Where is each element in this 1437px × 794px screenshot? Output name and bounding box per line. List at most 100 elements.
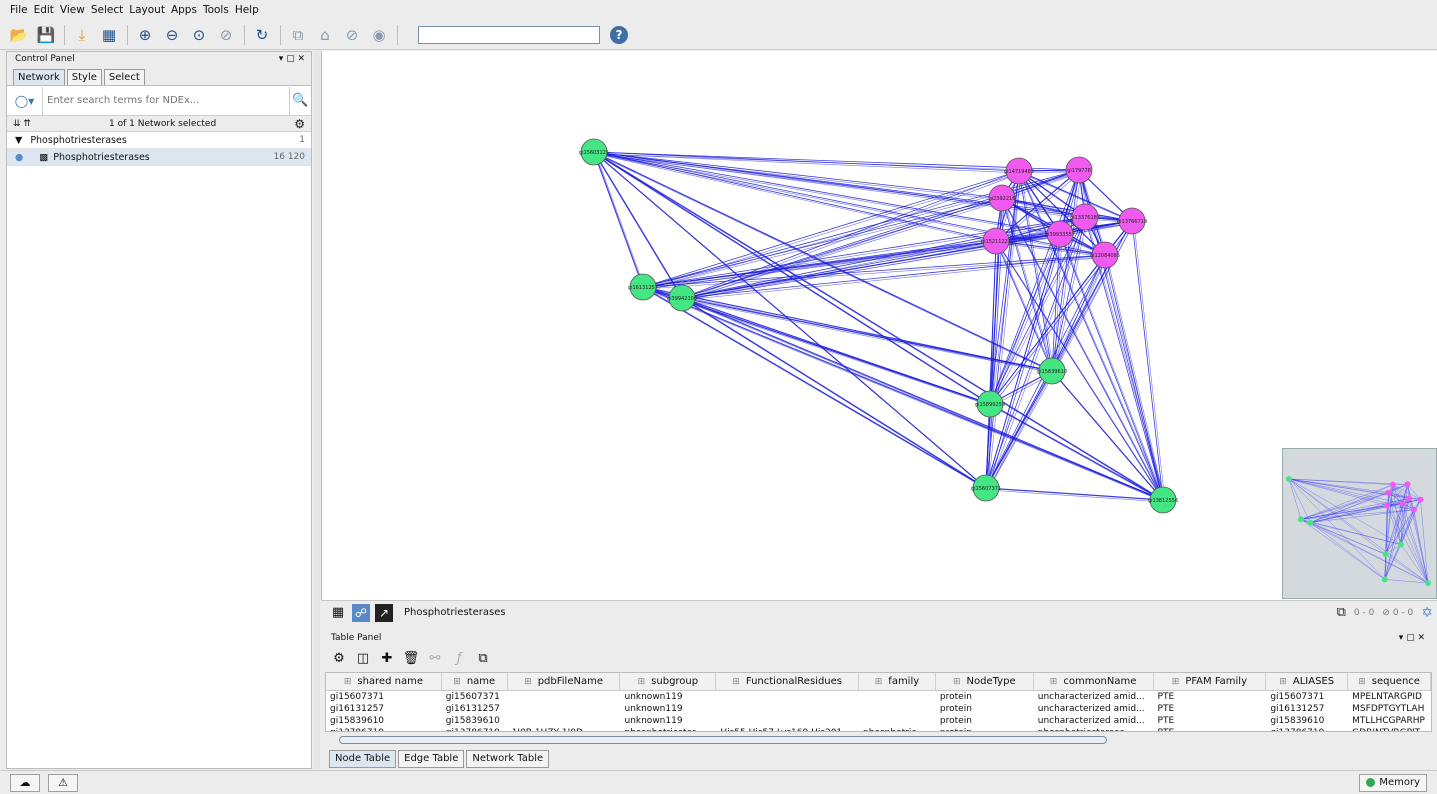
save-session-icon[interactable]: 💾 <box>35 24 57 46</box>
warning-icon[interactable]: ⚠ <box>48 773 78 792</box>
tab-edge-table[interactable]: Edge Table <box>398 750 465 768</box>
table-cell[interactable]: protein <box>936 715 1034 727</box>
network-edge[interactable] <box>595 153 989 491</box>
table-row[interactable]: gi15607371 gi15607371 unknown119 protein unc… <box>326 691 1431 703</box>
add-column-icon[interactable]: ✚ <box>377 648 397 668</box>
network-edge[interactable] <box>683 242 999 301</box>
table-row[interactable]: gi16131257 gi16131257 unknown119 protein unc… <box>326 703 1431 715</box>
network-node[interactable]: gi13812556 <box>1148 486 1178 514</box>
new-network-from-selection-icon[interactable]: ⧉ <box>287 24 309 46</box>
table-cell[interactable] <box>716 715 859 727</box>
table-cell[interactable]: gi16131257 <box>1266 703 1348 715</box>
table-cell[interactable]: PTE <box>1154 703 1267 715</box>
panel-divider[interactable] <box>314 51 320 769</box>
menu-select[interactable]: Select <box>91 4 123 16</box>
column-header[interactable]: ⊞ PFAM Family <box>1154 673 1267 690</box>
network-edge[interactable] <box>642 286 987 489</box>
table-cell[interactable]: gi15607371 <box>442 691 508 703</box>
network-edge[interactable] <box>593 151 1020 172</box>
column-header[interactable]: ⊞ shared name <box>326 673 442 690</box>
network-edge[interactable] <box>997 242 1166 503</box>
table-cell[interactable] <box>508 691 621 703</box>
menu-file[interactable]: File <box>10 4 28 16</box>
table-horizontal-scrollbar[interactable] <box>339 736 1107 744</box>
hide-selected-icon[interactable]: ⊘ <box>341 24 363 46</box>
table-cell[interactable]: MTLLHCGPARHP <box>1348 715 1431 727</box>
pan-icon[interactable]: ✡ <box>1421 605 1433 621</box>
tab-network-table[interactable]: Network Table <box>466 750 550 768</box>
menu-help[interactable]: Help <box>235 4 259 16</box>
tab-network[interactable]: Network <box>13 69 65 85</box>
ndex-logo-icon[interactable]: ◯▾ <box>7 86 43 115</box>
show-all-icon[interactable]: ⌂ <box>314 24 336 46</box>
column-header[interactable]: ⊞ sequence <box>1348 673 1431 690</box>
table-cell[interactable]: gi13786719 <box>442 727 508 731</box>
table-cell[interactable]: phosphotrie... <box>859 727 936 731</box>
network-node[interactable]: gi16131257 <box>628 273 658 301</box>
table-panel-window-controls[interactable]: ▾ ▢ ✕ <box>1399 633 1425 643</box>
network-edge[interactable] <box>644 288 989 491</box>
table-row[interactable]: gi15839610 gi15839610 unknown119 protein unc… <box>326 715 1431 727</box>
node-table[interactable]: ⊞ shared name ⊞ name ⊞ pdbFileName ⊞ subgroup ⊞ F… <box>325 672 1432 732</box>
table-cell[interactable]: gi16131257 <box>326 703 442 715</box>
table-cell[interactable]: unknown119 <box>620 691 716 703</box>
table-cell[interactable]: 1J0B,1HZY,1I0D <box>508 727 621 731</box>
table-row[interactable]: gi13786719gi137867191J0B,1HZY,1I0Dphosph… <box>326 727 1431 731</box>
column-header[interactable]: ⊞ FunctionalResidues <box>716 673 860 690</box>
chevron-down-icon[interactable]: ▼ <box>15 135 22 146</box>
network-node[interactable]: gi14719485 <box>1004 157 1034 185</box>
network-edge[interactable] <box>1104 254 1164 501</box>
table-cell[interactable]: gi15839610 <box>326 715 442 727</box>
ndex-search-input[interactable] <box>43 87 289 114</box>
table-cell[interactable]: unknown119 <box>620 703 716 715</box>
table-cell[interactable] <box>508 715 621 727</box>
table-cell[interactable]: unknown119 <box>620 715 716 727</box>
memory-button[interactable]: Memory <box>1359 773 1427 792</box>
table-cell[interactable]: protein <box>936 703 1034 715</box>
table-cell[interactable]: gi16131257 <box>442 703 508 715</box>
table-cell[interactable]: MPELNTARGPID <box>1348 691 1431 703</box>
tab-select[interactable]: Select <box>103 69 145 85</box>
table-cell[interactable]: MSFDPTGYTLAH <box>1348 703 1431 715</box>
table-cell[interactable] <box>859 691 936 703</box>
network-edge[interactable] <box>991 405 1166 503</box>
table-cell[interactable]: gi13786719 <box>1266 727 1348 731</box>
table-cell[interactable] <box>859 715 936 727</box>
table-cell[interactable]: phosphotriesterase <box>1034 727 1154 731</box>
table-cell[interactable]: PTE <box>1154 727 1267 731</box>
column-header[interactable]: ⊞ family <box>859 673 936 690</box>
control-panel-window-controls[interactable]: ▾ ▢ ✕ <box>279 54 305 64</box>
menu-layout[interactable]: Layout <box>129 4 165 16</box>
table-cell[interactable]: protein <box>936 691 1034 703</box>
network-edge[interactable] <box>681 197 1003 299</box>
column-header[interactable]: ⊞ name <box>442 673 508 690</box>
tab-node-table[interactable]: Node Table <box>329 750 397 768</box>
column-header[interactable]: ⊞ NodeType <box>936 673 1034 690</box>
column-header[interactable]: ⊞ commonName <box>1034 673 1154 690</box>
table-cell[interactable]: uncharacterized amid... <box>1034 703 1154 715</box>
menu-edit[interactable]: Edit <box>34 4 54 16</box>
menu-tools[interactable]: Tools <box>203 4 229 16</box>
menu-apps[interactable]: Apps <box>171 4 197 16</box>
gear-icon[interactable]: ⚙ <box>329 648 349 668</box>
search-icon[interactable]: 🔍 <box>289 86 311 115</box>
zoom-selected-icon[interactable]: ⊘ <box>215 24 237 46</box>
table-cell[interactable]: PTE <box>1154 691 1267 703</box>
tree-network-row[interactable]: ● ▩ Phosphotriesterases 16 120 <box>7 149 311 166</box>
refresh-icon[interactable]: ↻ <box>251 24 273 46</box>
function-builder-icon[interactable]: ƒ <box>449 648 469 668</box>
zoom-in-icon[interactable]: ⊕ <box>134 24 156 46</box>
export-icon[interactable]: ⧉ <box>1337 605 1346 620</box>
expand-view-icon[interactable]: ↗ <box>375 603 393 622</box>
export-table-icon[interactable]: ⧉ <box>473 648 493 668</box>
table-cell[interactable]: gi15607371 <box>326 691 442 703</box>
table-cell[interactable]: gi15607371 <box>1266 691 1348 703</box>
import-network-icon[interactable]: ⤓ <box>71 24 93 46</box>
network-edge[interactable] <box>987 489 1166 503</box>
table-cell[interactable] <box>716 703 859 715</box>
network-canvas[interactable]: gi15603125 gi16131257 gi39942100 gi14719485… <box>321 51 1437 600</box>
open-session-icon[interactable]: 📂 <box>8 24 30 46</box>
table-cell[interactable]: gi13786719 <box>326 727 442 731</box>
table-cell[interactable]: PTE <box>1154 715 1267 727</box>
help-icon[interactable]: ? <box>610 25 628 44</box>
